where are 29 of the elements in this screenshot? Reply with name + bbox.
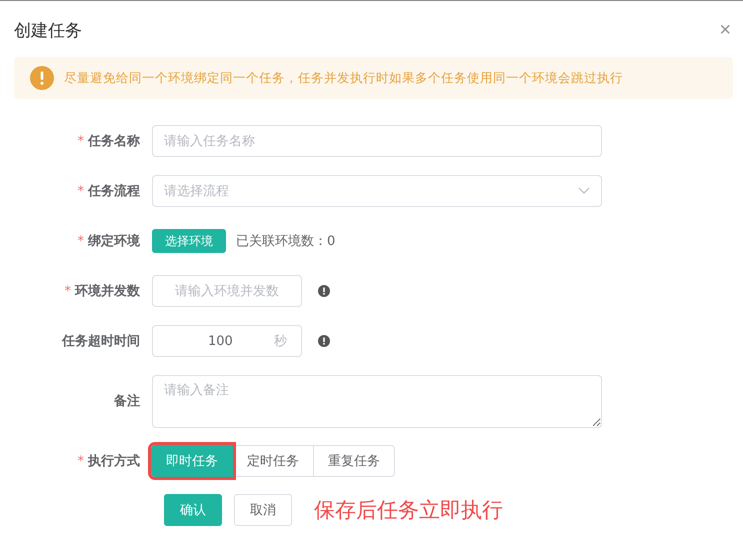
annotation-text: 保存后任务立即执行 [314,497,503,524]
flow-select[interactable]: 请选择流程 [152,175,602,207]
field-label: 绑定环境 [88,234,140,249]
remark-field[interactable]: 请输入备注 [152,374,602,428]
mode-option[interactable]: 即时任务 [151,445,233,477]
cancel-button[interactable]: 取消 [234,494,292,526]
field-label: 执行方式 [88,454,140,469]
warning-icon [30,66,54,90]
field-label: 任务流程 [88,184,140,199]
mode-option[interactable]: 重复任务 [313,445,395,477]
required-mark: * [64,284,71,299]
linked-count-text: 已关联环境数：0 [236,233,336,250]
confirm-button[interactable]: 确认 [164,494,222,526]
field-label: 环境并发数 [75,284,140,299]
required-mark: * [78,134,84,149]
task-name-field[interactable]: 请输入任务名称 [152,125,602,157]
required-mark: * [78,184,84,199]
field-label: 备注 [114,394,140,409]
chevron-down-icon [578,187,590,195]
required-mark: * [78,234,84,249]
field-label: 任务名称 [88,134,140,149]
warning-text: 尽量避免给同一个环境绑定同一个任务，任务并发执行时如果多个任务使用同一个环境会跳过执行 [64,70,623,86]
dialog-title: 创建任务 [14,20,82,42]
timeout-field[interactable]: 100 秒 [152,325,302,357]
select-environment-button[interactable]: 选择环境 [152,229,226,253]
concurrency-field[interactable]: 请输入环境并发数 [152,275,302,307]
close-button[interactable]: × [719,20,731,40]
required-mark: * [78,454,84,469]
field-label: 任务超时时间 [62,334,140,349]
